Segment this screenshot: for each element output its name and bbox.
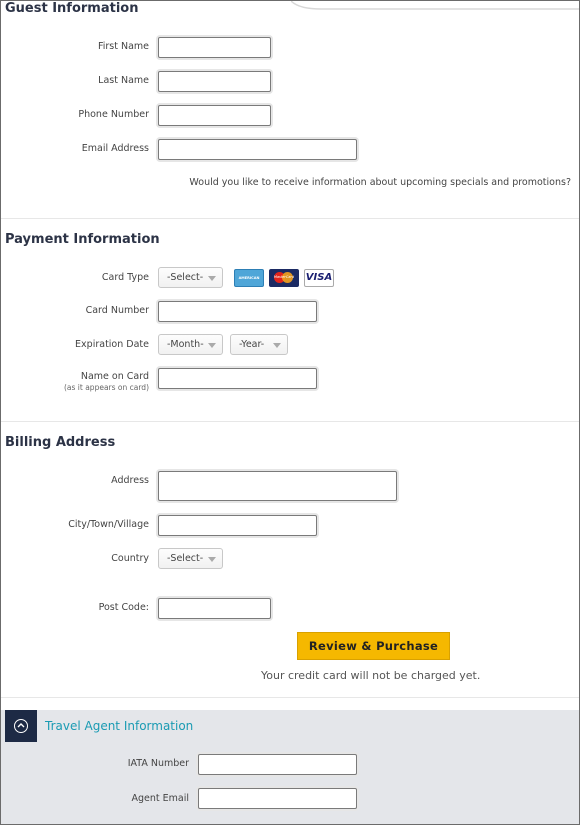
specials-question: Would you like to receive information ab…	[189, 177, 571, 188]
checkout-form: Guest Information First Name Last Name P…	[0, 0, 580, 825]
address-input[interactable]	[158, 471, 397, 501]
last-name-input[interactable]	[158, 71, 271, 92]
amex-card-icon: AMERICAN EXPRESS	[234, 269, 264, 296]
phone-number-label: Phone Number	[78, 109, 149, 120]
mastercard-card-text: MasterCard	[273, 275, 295, 279]
expiration-date-label: Expiration Date	[75, 339, 149, 350]
iata-number-label: IATA Number	[127, 758, 189, 769]
payment-section-title: Payment Information	[5, 232, 160, 247]
address-label: Address	[111, 475, 149, 486]
review-purchase-button[interactable]: Review & Purchase	[297, 632, 450, 660]
country-select[interactable]: -Select-	[158, 548, 223, 569]
expiration-month-select[interactable]: -Month-	[158, 334, 223, 355]
card-number-label: Card Number	[85, 305, 149, 316]
city-label: City/Town/Village	[68, 519, 149, 530]
card-number-input[interactable]	[158, 301, 317, 322]
guest-section-title: Guest Information	[5, 1, 139, 16]
visa-card-text: VISA	[305, 272, 333, 283]
chevron-down-icon	[208, 343, 216, 348]
charge-note: Your credit card will not be charged yet…	[261, 669, 481, 682]
name-on-card-sublabel: (as it appears on card)	[63, 383, 149, 392]
first-name-input[interactable]	[158, 37, 271, 58]
phone-number-input[interactable]	[158, 105, 271, 126]
amex-card-text: AMERICAN EXPRESS	[238, 276, 260, 296]
card-type-select[interactable]: -Select-	[158, 267, 223, 288]
last-name-label: Last Name	[98, 75, 149, 86]
agent-email-input[interactable]	[198, 788, 357, 809]
expiration-month-value: -Month-	[167, 339, 204, 350]
section-divider	[1, 697, 579, 698]
travel-agent-title[interactable]: Travel Agent Information	[45, 719, 193, 733]
card-type-value: -Select-	[167, 272, 204, 283]
expiration-year-value: -Year-	[239, 339, 265, 350]
name-on-card-input[interactable]	[158, 368, 317, 389]
collapse-toggle-button[interactable]	[5, 710, 37, 742]
chevron-down-icon	[273, 343, 281, 348]
name-on-card-label: Name on Card	[80, 371, 149, 382]
country-value: -Select-	[167, 553, 204, 564]
chevron-down-icon	[208, 276, 216, 281]
city-input[interactable]	[158, 515, 317, 536]
country-label: Country	[111, 553, 149, 564]
visa-card-icon: VISA	[304, 269, 334, 287]
first-name-label: First Name	[97, 41, 149, 52]
post-code-label: Post Code:	[98, 602, 149, 613]
section-divider	[1, 421, 579, 422]
post-code-input[interactable]	[158, 598, 271, 619]
email-address-label: Email Address	[81, 143, 149, 154]
section-divider	[1, 218, 579, 219]
chevron-up-icon	[14, 719, 28, 733]
iata-number-input[interactable]	[198, 754, 357, 775]
card-type-label: Card Type	[101, 272, 149, 283]
tab-curve-decoration	[291, 1, 579, 10]
mastercard-card-icon: MasterCard	[269, 269, 299, 287]
billing-section-title: Billing Address	[5, 435, 116, 450]
email-address-input[interactable]	[158, 139, 357, 160]
agent-email-label: Agent Email	[131, 793, 190, 804]
expiration-year-select[interactable]: -Year-	[230, 334, 288, 355]
chevron-down-icon	[208, 557, 216, 562]
